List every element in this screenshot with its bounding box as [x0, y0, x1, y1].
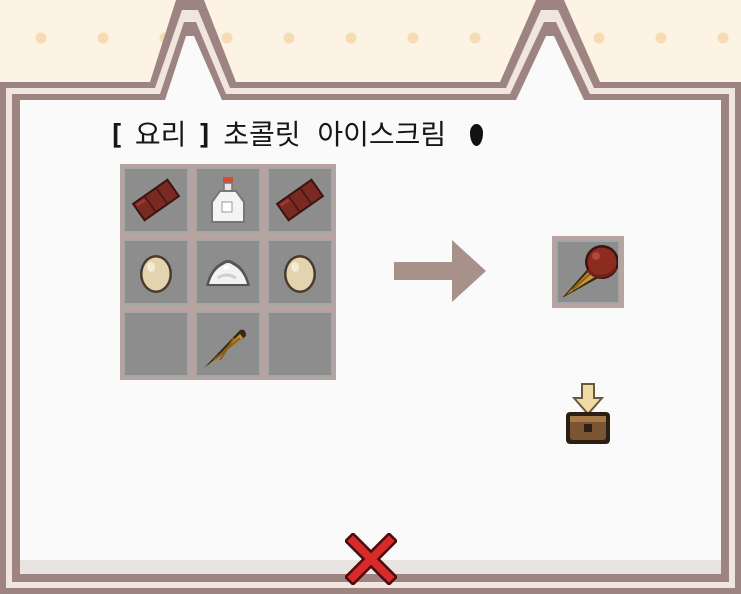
bracket-close: ]	[196, 118, 214, 151]
chocolate-ice-cream-icon	[562, 245, 618, 298]
cooking-pot-icon	[566, 383, 610, 444]
egg-icon	[284, 255, 316, 293]
close-icon[interactable]	[345, 533, 397, 585]
recipe-panel-frame	[0, 0, 741, 594]
ingredient-slot-8[interactable]	[195, 311, 261, 377]
result-slot[interactable]	[556, 240, 620, 304]
recipe-category: 요리	[134, 118, 187, 151]
bracket-open: [	[108, 118, 125, 151]
recipe-name: 초콜릿 아이스크림	[223, 118, 447, 151]
ingredient-slot-1[interactable]	[123, 167, 189, 233]
chocolate-bar-icon	[131, 178, 181, 222]
ingredient-slot-7[interactable]	[123, 311, 189, 377]
ingredient-slot-5[interactable]	[195, 239, 261, 305]
result-slot-frame	[552, 236, 624, 308]
milk-bottle-icon	[211, 177, 245, 223]
sugar-pile-icon	[206, 260, 250, 286]
chocolate-bar-icon	[275, 178, 325, 222]
ingredient-grid	[120, 164, 336, 380]
ink-drop-icon	[470, 124, 484, 146]
waffle-cone-icon	[204, 329, 246, 368]
ingredient-slot-9[interactable]	[267, 311, 333, 377]
ingredient-slot-6[interactable]	[267, 239, 333, 305]
recipe-title: [ 요리 ] 초콜릿 아이스크림	[108, 118, 484, 152]
arrow-right-icon	[394, 240, 486, 302]
egg-icon	[140, 255, 172, 293]
ingredient-slot-3[interactable]	[267, 167, 333, 233]
ingredient-slot-4[interactable]	[123, 239, 189, 305]
ingredient-slot-2[interactable]	[195, 167, 261, 233]
